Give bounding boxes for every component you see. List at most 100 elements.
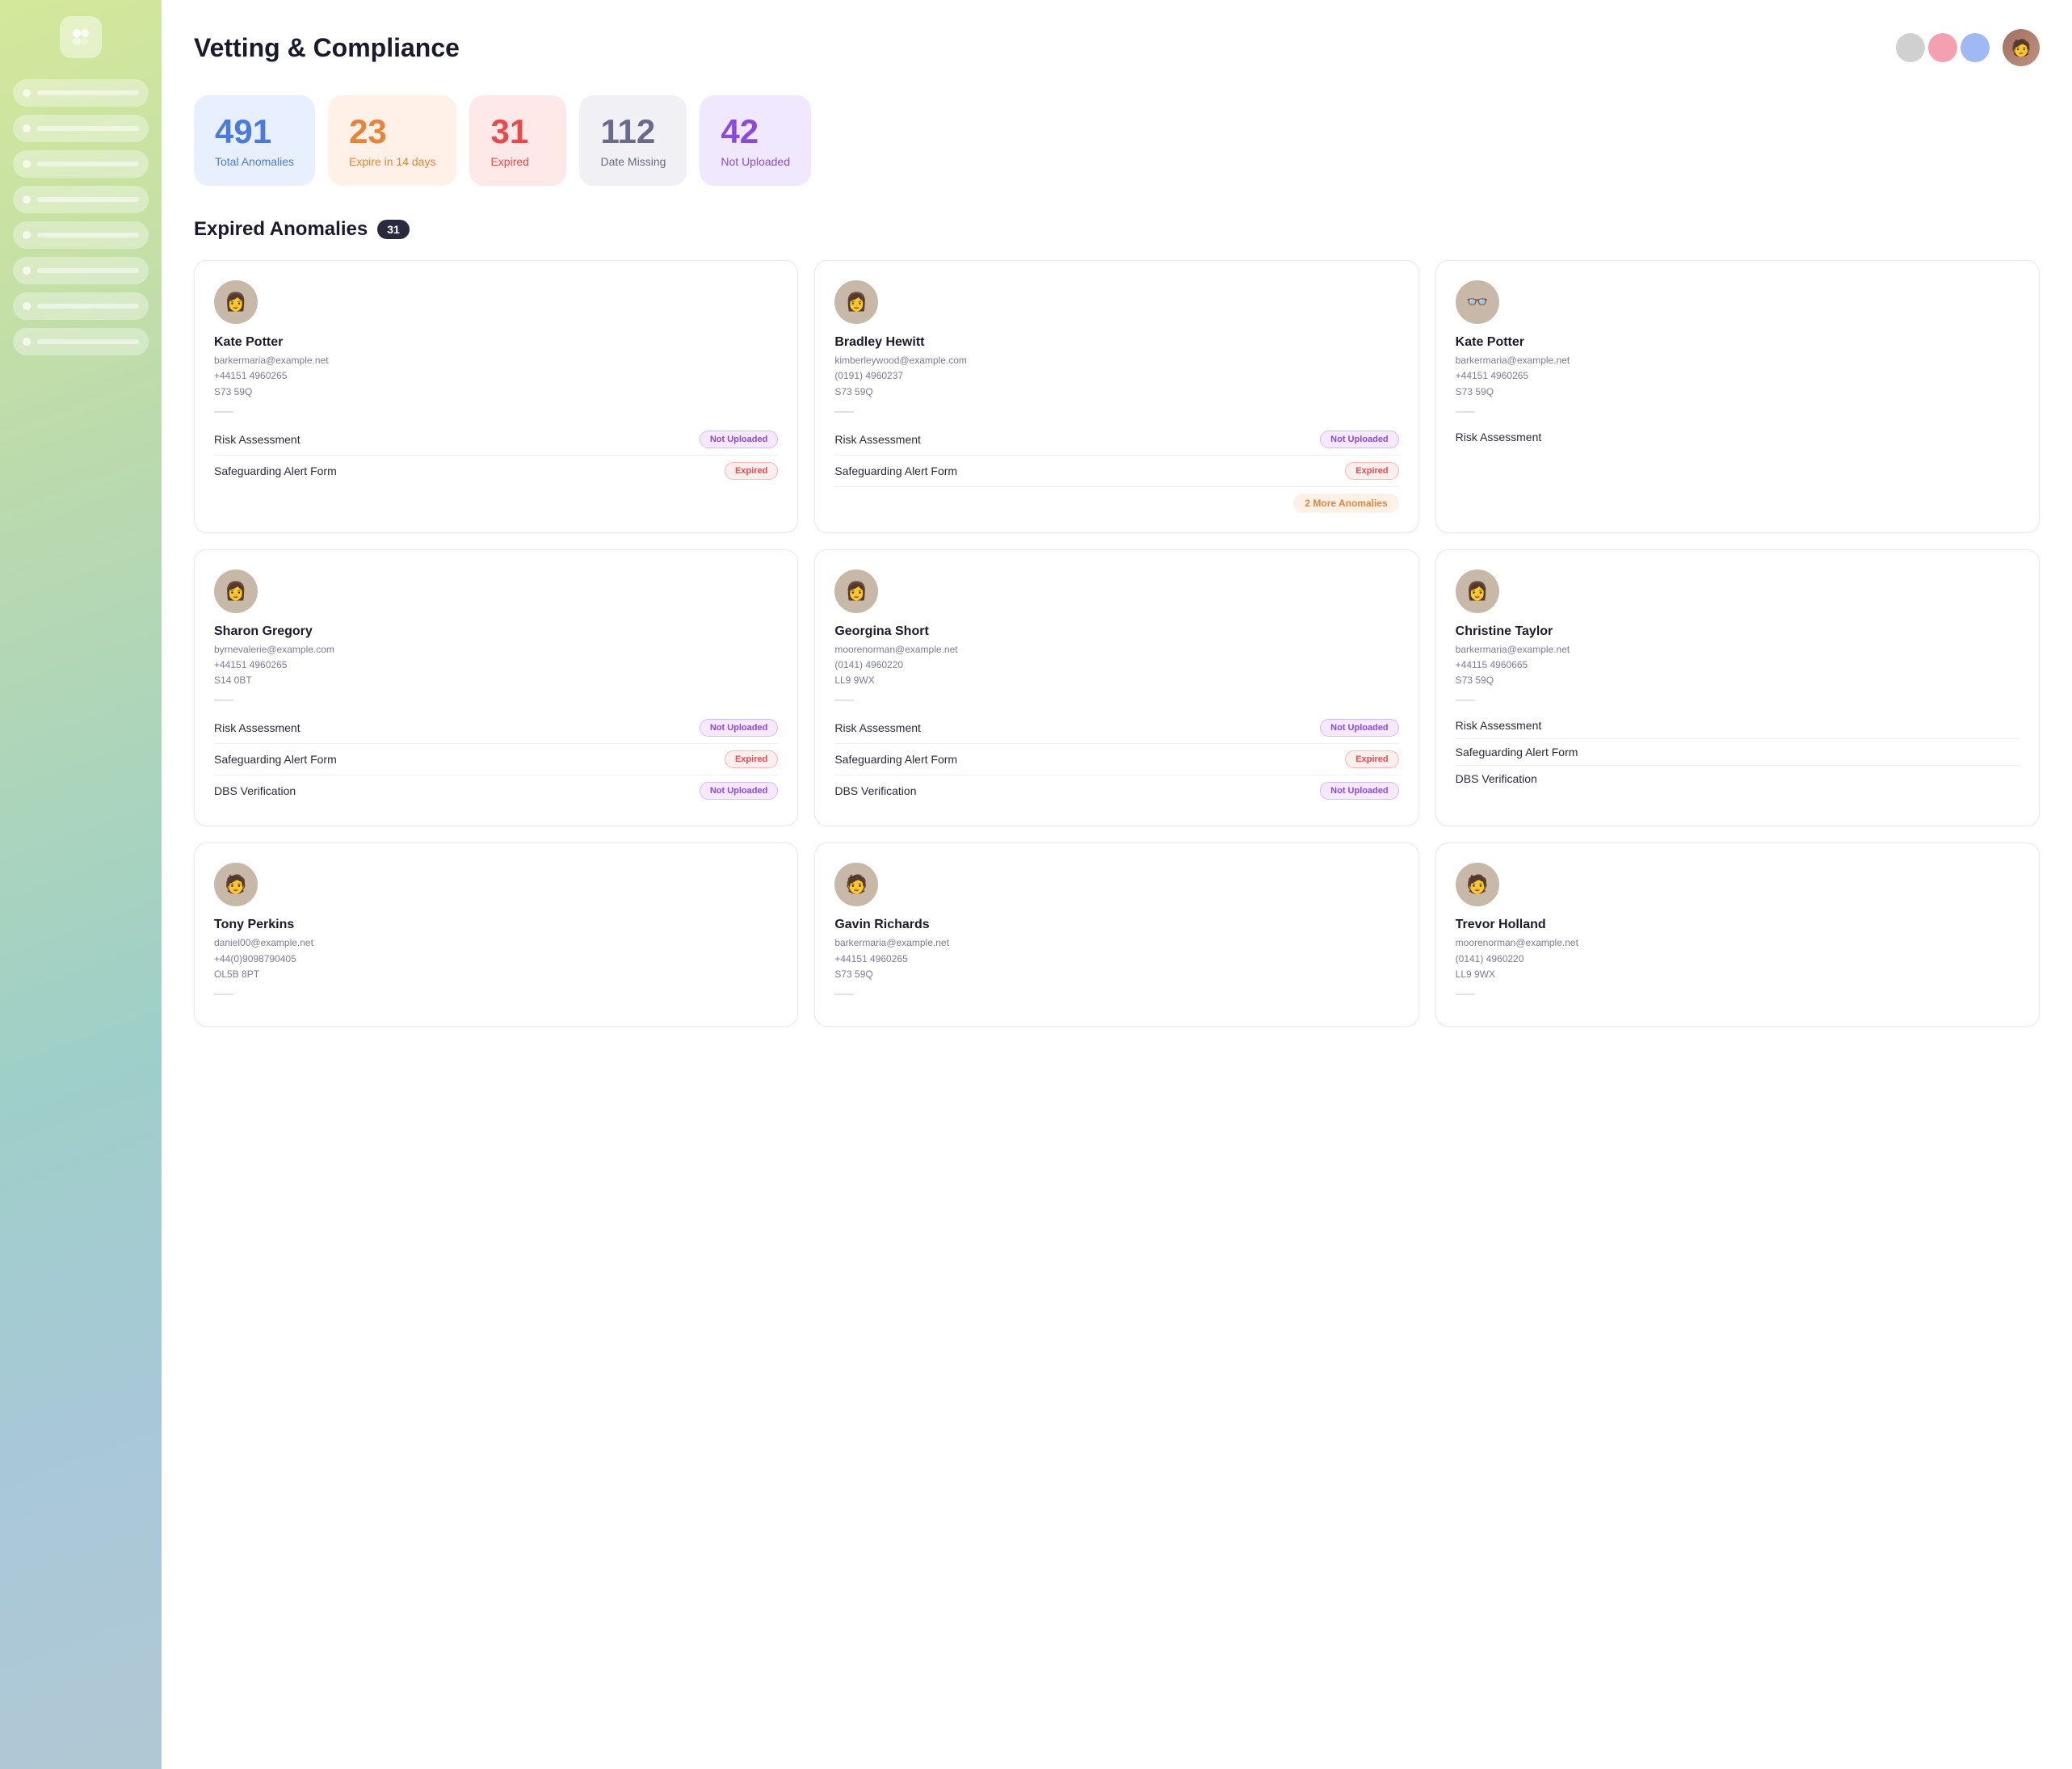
person-address: LL9 9WX	[1456, 967, 2019, 982]
person-phone: (0141) 4960220	[834, 658, 1398, 673]
doc-row: DBS Verification Not Uploaded	[834, 775, 1398, 806]
sidebar-item-7[interactable]	[13, 292, 149, 320]
avatar-group	[1896, 33, 1990, 62]
person-avatar: 👩	[214, 569, 258, 613]
doc-name: Risk Assessment	[214, 721, 301, 734]
doc-name: Risk Assessment	[214, 433, 301, 446]
person-avatar: 👩	[834, 569, 878, 613]
doc-row: Safeguarding Alert Form Expired	[214, 744, 778, 775]
person-email: barkermaria@example.net	[214, 353, 778, 368]
person-phone: +44(0)9098790405	[214, 952, 778, 967]
sidebar-item-6[interactable]	[13, 257, 149, 284]
sidebar	[0, 0, 162, 1769]
stat-card-total[interactable]: 491 Total Anomalies	[194, 95, 315, 186]
sidebar-item-8[interactable]	[13, 328, 149, 355]
stats-row: 491 Total Anomalies 23 Expire in 14 days…	[194, 95, 2040, 186]
sidebar-item-2[interactable]	[13, 115, 149, 142]
person-phone: +44151 4960265	[214, 658, 778, 673]
person-card-card4: 👩 Sharon Gregory byrnevalerie@example.co…	[194, 549, 798, 827]
tag-not-uploaded: Not Uploaded	[1320, 431, 1399, 448]
cards-grid: 👩 Kate Potter barkermaria@example.net +4…	[194, 260, 2040, 1027]
person-address: LL9 9WX	[834, 673, 1398, 688]
stat-label-total: Total Anomalies	[215, 155, 294, 168]
person-name: Kate Potter	[214, 335, 778, 350]
divider	[834, 411, 854, 413]
person-avatar: 👓	[1456, 280, 1499, 324]
stat-label-expired: Expired	[490, 155, 545, 168]
tag-expired: Expired	[725, 462, 778, 480]
person-avatar: 👩	[214, 280, 258, 324]
person-name: Trevor Holland	[1456, 918, 2019, 932]
person-card-card2: 👩 Bradley Hewitt kimberleywood@example.c…	[814, 260, 1418, 533]
stat-number-expire14: 23	[349, 113, 435, 150]
sidebar-item-1[interactable]	[13, 79, 149, 107]
person-card-card3: 👓 Kate Potter barkermaria@example.net +4…	[1435, 260, 2040, 533]
more-anomalies-button[interactable]: 2 More Anomalies	[1293, 494, 1398, 513]
divider	[1456, 994, 1475, 995]
person-card-card9: 🧑 Trevor Holland moorenorman@example.net…	[1435, 842, 2040, 1027]
tag-not-uploaded: Not Uploaded	[1320, 719, 1399, 737]
sidebar-item-5[interactable]	[13, 221, 149, 249]
person-avatar: 🧑	[214, 863, 258, 906]
person-address: S73 59Q	[834, 967, 1398, 982]
section-title: Expired Anomalies	[194, 218, 368, 241]
person-card-card1: 👩 Kate Potter barkermaria@example.net +4…	[194, 260, 798, 533]
stat-label-expire14: Expire in 14 days	[349, 155, 435, 168]
doc-name: DBS Verification	[1456, 772, 1537, 785]
divider	[1456, 411, 1475, 413]
person-name: Kate Potter	[1456, 335, 2019, 350]
doc-row: Risk Assessment Not Uploaded	[834, 712, 1398, 744]
tag-not-uploaded: Not Uploaded	[1320, 782, 1399, 800]
section-header: Expired Anomalies 31	[194, 218, 2040, 241]
person-card-card5: 👩 Georgina Short moorenorman@example.net…	[814, 549, 1418, 827]
person-name: Bradley Hewitt	[834, 335, 1398, 350]
person-name: Tony Perkins	[214, 918, 778, 932]
tag-not-uploaded: Not Uploaded	[700, 719, 779, 737]
person-email: daniel00@example.net	[214, 935, 778, 951]
person-name: Christine Taylor	[1456, 624, 2019, 639]
person-phone: +44151 4960265	[1456, 368, 2019, 384]
page-title: Vetting & Compliance	[194, 33, 460, 63]
person-phone: +44151 4960265	[214, 368, 778, 384]
stat-label-notUploaded: Not Uploaded	[721, 155, 790, 168]
stat-card-dateMissing[interactable]: 112 Date Missing	[579, 95, 687, 186]
stat-number-notUploaded: 42	[721, 113, 790, 150]
divider	[1456, 700, 1475, 701]
doc-row: DBS Verification	[1456, 766, 2019, 792]
doc-row: Risk Assessment Not Uploaded	[214, 424, 778, 456]
sidebar-item-4[interactable]	[13, 186, 149, 213]
main-content: Vetting & Compliance 🧑 491 Total Anomali…	[162, 0, 2072, 1769]
stat-card-expired[interactable]: 31 Expired	[469, 95, 566, 186]
stat-card-notUploaded[interactable]: 42 Not Uploaded	[700, 95, 811, 186]
stat-label-dateMissing: Date Missing	[600, 155, 666, 168]
avatar-2	[1928, 33, 1957, 62]
doc-name: Safeguarding Alert Form	[214, 464, 337, 477]
avatar-1	[1896, 33, 1925, 62]
person-address: S73 59Q	[214, 384, 778, 400]
stat-card-expire14[interactable]: 23 Expire in 14 days	[328, 95, 456, 186]
tag-expired: Expired	[1345, 750, 1398, 768]
person-address: S73 59Q	[1456, 673, 2019, 688]
stat-number-dateMissing: 112	[600, 113, 666, 150]
app-logo[interactable]	[60, 16, 102, 58]
doc-row: Safeguarding Alert Form Expired	[214, 456, 778, 486]
divider	[214, 994, 233, 995]
person-card-card8: 🧑 Gavin Richards barkermaria@example.net…	[814, 842, 1418, 1027]
doc-row: Risk Assessment Not Uploaded	[834, 424, 1398, 456]
section-badge: 31	[377, 220, 410, 239]
doc-row: DBS Verification Not Uploaded	[214, 775, 778, 806]
person-address: S14 0BT	[214, 673, 778, 688]
divider	[214, 700, 233, 701]
doc-name: Risk Assessment	[1456, 719, 1542, 732]
person-email: barkermaria@example.net	[1456, 642, 2019, 658]
doc-name: Safeguarding Alert Form	[214, 753, 337, 766]
sidebar-item-3[interactable]	[13, 150, 149, 178]
current-user-avatar[interactable]: 🧑	[2003, 29, 2040, 66]
doc-name: DBS Verification	[834, 784, 916, 797]
person-name: Georgina Short	[834, 624, 1398, 639]
more-anomalies: 2 More Anomalies	[834, 494, 1398, 513]
person-avatar: 👩	[834, 280, 878, 324]
divider	[834, 700, 854, 701]
person-card-card6: 👩 Christine Taylor barkermaria@example.n…	[1435, 549, 2040, 827]
person-address: OL5B 8PT	[214, 967, 778, 982]
